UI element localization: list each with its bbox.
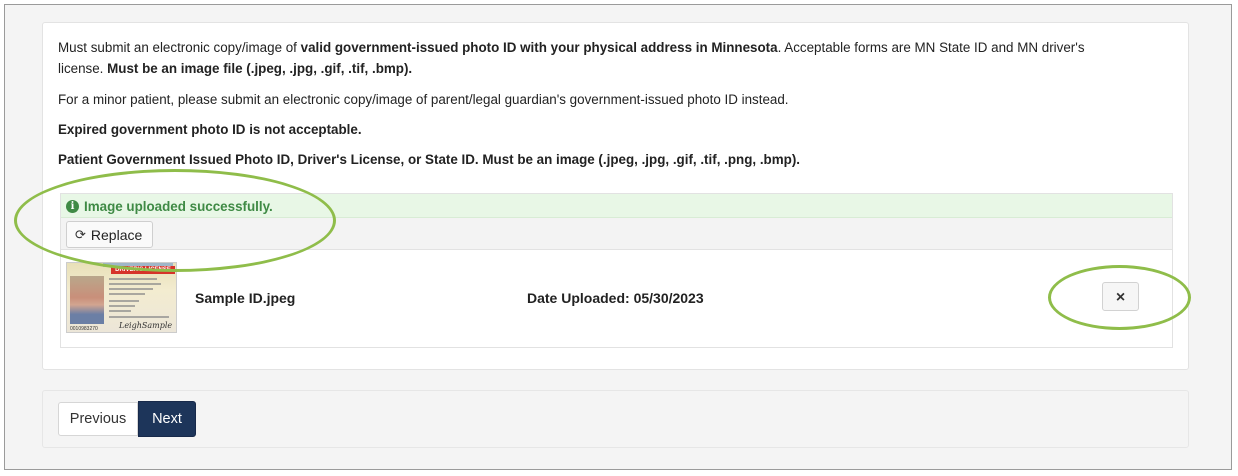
thumbnail-photo: [70, 276, 104, 324]
refresh-icon: ⟳: [75, 226, 86, 242]
next-button[interactable]: Next: [138, 401, 196, 437]
info-icon: i: [66, 200, 79, 213]
upload-field-label: Patient Government Issued Photo ID, Driv…: [58, 152, 801, 167]
uploaded-file-row: DRIVER'S LICENSE LeighSample 0010983270 …: [61, 250, 1172, 348]
thumbnail-text-line: [109, 305, 135, 307]
thumbnail-signature: LeighSample: [119, 321, 173, 330]
thumbnail-text-line: [109, 293, 145, 295]
thumbnail-banner: DRIVER'S LICENSE: [111, 266, 175, 274]
success-alert: i Image uploaded successfully.: [61, 194, 1172, 218]
id-thumbnail-image[interactable]: DRIVER'S LICENSE LeighSample 0010983270: [66, 262, 177, 333]
thumbnail-text-line: [109, 278, 157, 280]
file-action-bar: ⟳ Replace: [61, 218, 1172, 250]
replace-button[interactable]: ⟳ Replace: [66, 221, 154, 248]
remove-file-button[interactable]: ×: [1102, 282, 1139, 311]
file-name: Sample ID.jpeg: [195, 290, 296, 306]
navigation-panel: [42, 390, 1189, 448]
uploaded-file-box: i Image uploaded successfully. ⟳ Replace…: [60, 193, 1173, 348]
instruction-expired-notice: Expired government photo ID is not accep…: [58, 122, 362, 137]
replace-button-label: Replace: [90, 226, 143, 243]
thumbnail-text-line: [109, 288, 153, 290]
thumbnail-text-line: [109, 283, 161, 285]
thumbnail-text-line: [109, 300, 139, 302]
thumbnail-text-line: [109, 310, 131, 312]
instruction-paragraph-minor: For a minor patient, please submit an el…: [58, 92, 789, 107]
instruction-paragraph-1: Must submit an electronic copy/image of …: [58, 40, 1085, 76]
thumbnail-text-line: [109, 316, 169, 318]
thumbnail-number: 0010983270: [70, 326, 98, 332]
previous-button[interactable]: Previous: [58, 402, 138, 436]
success-message: Image uploaded successfully.: [84, 199, 273, 214]
upload-date: Date Uploaded: 05/30/2023: [527, 290, 704, 306]
